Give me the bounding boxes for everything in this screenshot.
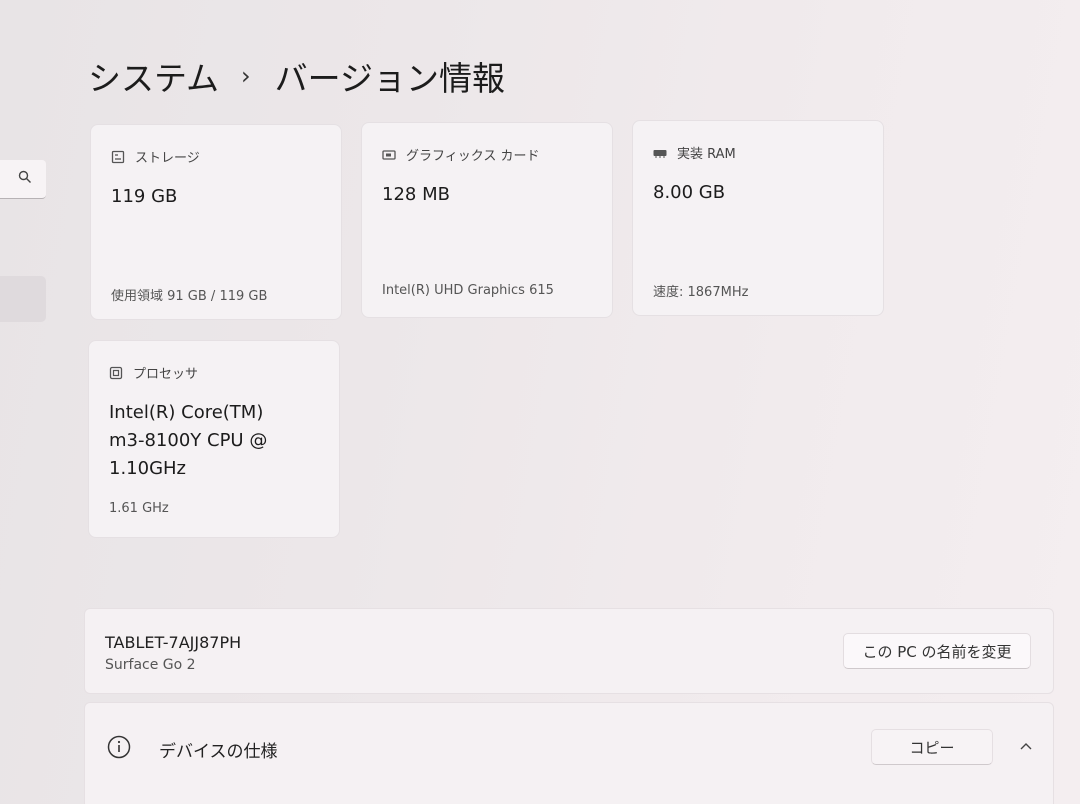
memory-icon [653,149,667,158]
info-icon [107,735,131,759]
breadcrumb-separator: › [241,62,251,90]
storage-card: ストレージ 119 GB 使用領域 91 GB / 119 GB [90,124,342,320]
search-icon [18,170,31,183]
processor-value-line: Intel(R) Core(TM) [109,402,264,423]
device-model: Surface Go 2 [105,657,196,673]
device-name: TABLET-7AJJ87PH [105,633,242,652]
ram-card-header: 実装 RAM [653,143,736,162]
rename-pc-button[interactable]: この PC の名前を変更 [843,633,1031,669]
nav-item-selected[interactable] [0,276,46,322]
device-specs-row[interactable]: デバイスの仕様 コピー [84,702,1054,804]
graphics-title: グラフィックス カード [406,149,540,164]
processor-value: Intel(R) Core(TM) m3-8100Y CPU @ 1.10GHz [109,399,309,483]
storage-detail: 使用領域 91 GB / 119 GB [111,289,268,304]
graphics-card: グラフィックス カード 128 MB Intel(R) UHD Graphics… [361,122,613,318]
processor-detail: 1.61 GHz [109,501,169,516]
processor-value-line: 1.10GHz [109,458,187,479]
copy-button[interactable]: コピー [871,729,993,765]
processor-card-header: プロセッサ [109,363,198,382]
processor-icon [109,366,123,379]
ram-value: 8.00 GB [653,182,726,203]
storage-icon [111,150,125,163]
breadcrumb-current: バージョン情報 [274,59,505,98]
ram-detail: 速度: 1867MHz [653,285,749,300]
storage-card-header: ストレージ [111,147,200,166]
processor-value-line: m3-8100Y CPU @ [109,430,268,451]
graphics-card-header: グラフィックス カード [382,145,539,164]
graphics-card-icon [382,149,396,160]
processor-card: プロセッサ Intel(R) Core(TM) m3-8100Y CPU @ 1… [88,340,340,538]
chevron-up-icon[interactable] [1019,739,1033,753]
storage-value: 119 GB [111,186,178,207]
ram-card: 実装 RAM 8.00 GB 速度: 1867MHz [632,120,884,316]
graphics-value: 128 MB [382,184,450,205]
storage-title: ストレージ [135,151,200,166]
device-name-row: TABLET-7AJJ87PH Surface Go 2 この PC の名前を変… [84,608,1054,694]
page-title: システム › バージョン情報 [88,52,505,100]
breadcrumb-parent[interactable]: システム [88,52,219,100]
graphics-detail: Intel(R) UHD Graphics 615 [382,283,554,298]
processor-title: プロセッサ [133,367,199,382]
device-specs-label: デバイスの仕様 [159,742,278,762]
search-box[interactable] [0,160,46,199]
ram-title: 実装 RAM [677,147,736,162]
